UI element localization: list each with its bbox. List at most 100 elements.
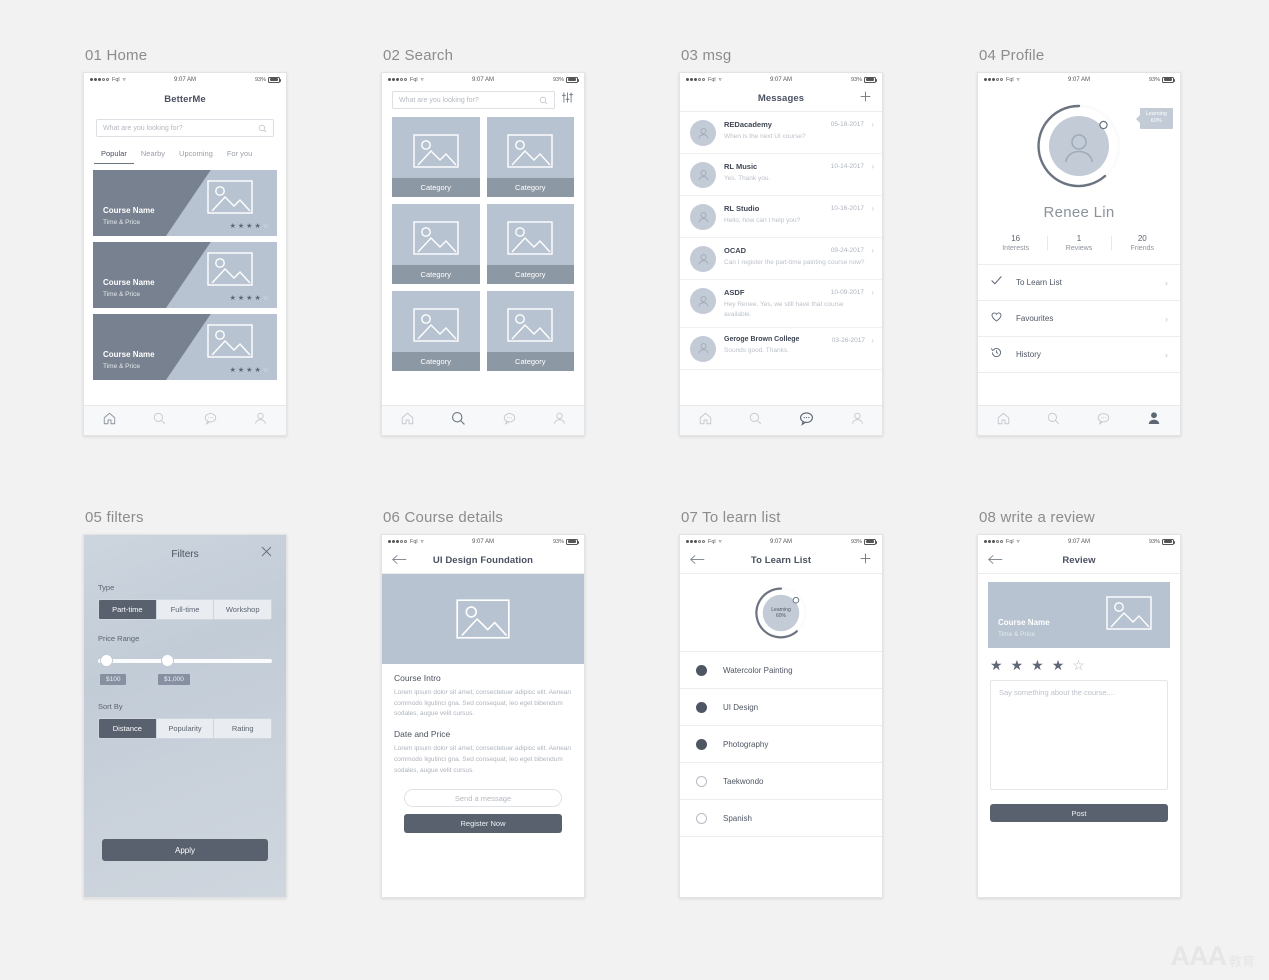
back-button[interactable]	[988, 552, 1003, 570]
stat-interests[interactable]: 16 Interests	[984, 234, 1047, 252]
stat-friends[interactable]: 20 Friends	[1110, 234, 1174, 252]
list-item[interactable]: Photography	[680, 726, 882, 763]
profile-row-history[interactable]: History ›	[978, 336, 1180, 372]
star-5[interactable]: ☆	[1072, 658, 1085, 672]
tab-popular[interactable]: Popular	[94, 145, 134, 164]
category-tile[interactable]: Category	[486, 204, 574, 284]
category-tile[interactable]: Category	[392, 204, 480, 284]
person-icon[interactable]	[552, 411, 567, 431]
card-diagonal-shape	[93, 314, 211, 380]
screen-caption: 07 To learn list	[681, 509, 781, 526]
segment-workshop[interactable]: Workshop	[214, 600, 271, 619]
screen-03-msg: 03 msg Fql ▿ 9:07 AM 93% Messages REDaca…	[679, 47, 883, 436]
message-row[interactable]: OCAD Can I register the part-time painti…	[680, 238, 882, 280]
person-icon[interactable]	[850, 411, 865, 431]
search-input[interactable]: What are you looking for?	[96, 119, 274, 137]
slider-knob-min[interactable]	[100, 654, 113, 667]
list-item[interactable]: Spanish	[680, 800, 882, 837]
course-name: Course Name	[103, 206, 155, 215]
chevron-right-icon: ›	[1165, 313, 1168, 324]
search-icon[interactable]	[748, 411, 763, 431]
avatar	[690, 204, 716, 230]
course-card[interactable]: Course Name Time & Price ★ ★ ★ ★ ☆	[93, 170, 277, 236]
list-item[interactable]: UI Design	[680, 689, 882, 726]
category-tile[interactable]: Category	[392, 291, 480, 371]
price-range-slider[interactable]	[98, 653, 272, 669]
stat-reviews[interactable]: 1 Reviews	[1047, 234, 1110, 252]
home-icon[interactable]	[400, 411, 415, 431]
profile-row-favourites[interactable]: Favourites ›	[978, 300, 1180, 336]
list-item[interactable]: Watercolor Painting	[680, 652, 882, 689]
profile-row-to-learn-list[interactable]: To Learn List ›	[978, 264, 1180, 300]
status-dot-filled[interactable]	[696, 738, 707, 750]
chat-icon[interactable]	[203, 411, 218, 431]
back-button[interactable]	[392, 552, 407, 570]
segment-part-time[interactable]: Part-time	[99, 600, 157, 619]
tab-upcoming[interactable]: Upcoming	[172, 145, 220, 164]
star-2[interactable]: ★	[1011, 658, 1024, 672]
post-button[interactable]: Post	[990, 804, 1168, 822]
tab-for-you[interactable]: For you	[220, 145, 259, 164]
home-icon[interactable]	[996, 411, 1011, 431]
avatar	[690, 288, 716, 314]
course-name: Course Name	[103, 350, 155, 359]
chat-icon[interactable]	[798, 410, 815, 432]
category-tile[interactable]: Category	[486, 291, 574, 371]
segment-full-time[interactable]: Full-time	[157, 600, 215, 619]
star-1[interactable]: ★	[990, 658, 1003, 672]
search-icon[interactable]	[152, 411, 167, 431]
add-item-button[interactable]	[859, 552, 872, 570]
message-row[interactable]: RL Studio Hello, how can I help you? 10-…	[680, 196, 882, 238]
carrier-label: Fql	[1006, 76, 1014, 83]
home-icon[interactable]	[102, 411, 117, 431]
course-card[interactable]: Course Name Time & Price ★ ★ ★ ★ ☆	[93, 314, 277, 380]
rating-stars-input[interactable]: ★ ★ ★ ★ ☆	[978, 648, 1180, 672]
category-tile[interactable]: Category	[486, 117, 574, 197]
status-bar: Fql ▿ 9:07 AM 93%	[382, 73, 584, 86]
status-dot-empty[interactable]	[696, 775, 707, 787]
category-tile[interactable]: Category	[392, 117, 480, 197]
slider-knob-max[interactable]	[161, 654, 174, 667]
stat-value: 20	[1137, 234, 1147, 243]
battery-group: 93%	[851, 538, 877, 545]
star-3[interactable]: ★	[1031, 658, 1044, 672]
send-message-button[interactable]: Send a message	[404, 789, 562, 808]
wifi-icon: ▿	[122, 77, 126, 83]
message-row[interactable]: RL Music Yes. Thank you. 10-14-2017 ›	[680, 154, 882, 196]
segment-rating[interactable]: Rating	[214, 719, 271, 738]
star-4[interactable]: ★	[1052, 658, 1065, 672]
home-icon[interactable]	[698, 411, 713, 431]
register-now-button[interactable]: Register Now	[404, 814, 562, 834]
battery-icon	[1162, 538, 1175, 545]
search-icon[interactable]	[450, 410, 467, 432]
battery-group: 93%	[553, 538, 579, 545]
status-dot-empty[interactable]	[696, 812, 707, 824]
wifi-icon: ▿	[420, 77, 424, 83]
apply-button[interactable]: Apply	[102, 839, 268, 861]
tab-nearby[interactable]: Nearby	[134, 145, 172, 164]
search-icon[interactable]	[1046, 411, 1061, 431]
search-input[interactable]: What are you looking for?	[392, 91, 555, 109]
message-row[interactable]: Geroge Brown College Sounds good. Thanks…	[680, 328, 882, 370]
back-button[interactable]	[690, 552, 705, 570]
chat-icon[interactable]	[502, 411, 517, 431]
phone-frame-to-learn-list: Fql ▿ 9:07 AM 93% To Learn List Learning…	[679, 534, 883, 898]
segment-distance[interactable]: Distance	[99, 719, 157, 738]
person-icon[interactable]	[253, 411, 268, 431]
review-textarea[interactable]: Say something about the course....	[990, 680, 1168, 790]
chat-icon[interactable]	[1096, 411, 1111, 431]
course-card[interactable]: Course Name Time & Price ★ ★ ★ ★ ☆	[93, 242, 277, 308]
person-icon[interactable]	[1146, 410, 1162, 431]
course-subtitle: Time & Price	[103, 291, 140, 298]
phone-frame-review: Fql ▿ 9:07 AM 93% Review Course Name Tim…	[977, 534, 1181, 898]
segment-popularity[interactable]: Popularity	[157, 719, 215, 738]
add-message-button[interactable]	[859, 90, 872, 108]
close-button[interactable]	[260, 545, 273, 563]
filter-icon[interactable]	[561, 91, 574, 109]
message-date: 10-09-2017	[830, 289, 864, 296]
message-row[interactable]: ASDF Hey Renee. Yes, we still have that …	[680, 280, 882, 328]
status-dot-filled[interactable]	[696, 664, 707, 676]
message-row[interactable]: REDacademy When is the next UI course? 0…	[680, 112, 882, 154]
list-item[interactable]: Taekwondo	[680, 763, 882, 800]
status-dot-filled[interactable]	[696, 701, 707, 713]
